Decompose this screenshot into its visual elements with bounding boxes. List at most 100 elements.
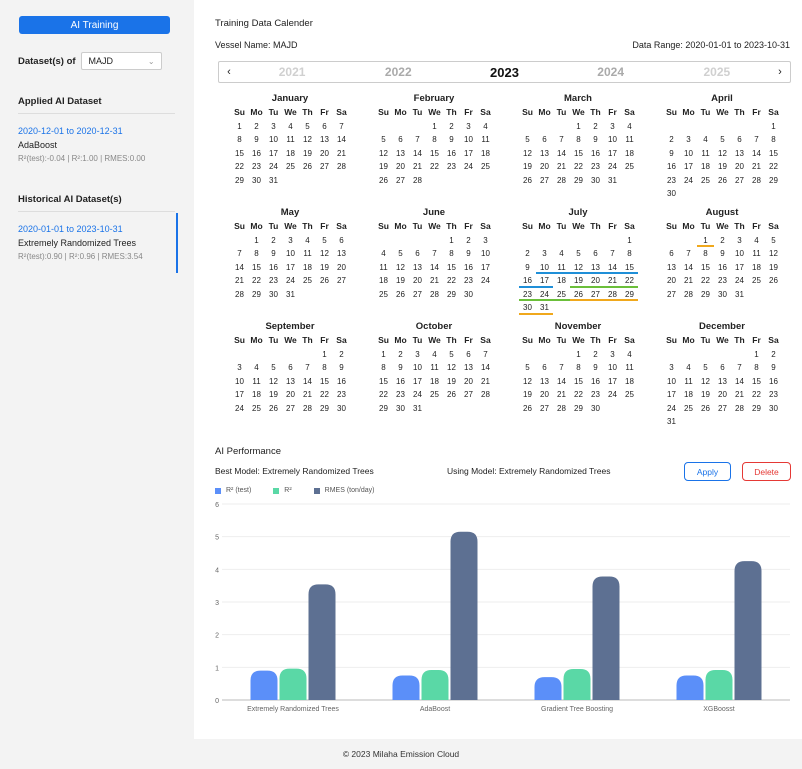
calendar-day[interactable]: 17 (680, 160, 697, 174)
applied-dataset-item[interactable]: 2020-12-01 to 2020-12-31 AdaBoost R²(tes… (18, 126, 178, 163)
year-2021[interactable]: 2021 (252, 65, 332, 79)
calendar-day[interactable]: 8 (443, 247, 460, 261)
calendar-day[interactable]: 8 (765, 133, 782, 147)
calendar-day[interactable]: 17 (731, 261, 748, 275)
calendar-day[interactable]: 30 (765, 402, 782, 416)
calendar-day[interactable]: 22 (248, 274, 265, 288)
calendar-day[interactable]: 2 (714, 234, 731, 248)
calendar-day[interactable]: 2 (443, 120, 460, 134)
calendar-day[interactable]: 22 (570, 388, 587, 402)
calendar-day[interactable]: 12 (299, 133, 316, 147)
calendar-day[interactable]: 4 (282, 120, 299, 134)
calendar-day[interactable]: 7 (333, 120, 350, 134)
calendar-day[interactable]: 24 (604, 388, 621, 402)
calendar-day[interactable]: 6 (714, 361, 731, 375)
calendar-day[interactable]: 17 (604, 375, 621, 389)
calendar-day[interactable]: 11 (375, 261, 392, 275)
calendar-day[interactable]: 15 (426, 147, 443, 161)
calendar-day[interactable]: 14 (477, 361, 494, 375)
calendar-day[interactable]: 18 (621, 147, 638, 161)
calendar-day[interactable]: 13 (714, 375, 731, 389)
calendar-day[interactable]: 25 (621, 388, 638, 402)
calendar-day[interactable]: 19 (299, 147, 316, 161)
calendar-day[interactable]: 24 (731, 274, 748, 288)
calendar-day[interactable]: 10 (409, 361, 426, 375)
calendar-day[interactable]: 7 (477, 348, 494, 362)
calendar-day[interactable]: 17 (282, 261, 299, 275)
calendar-day[interactable]: 20 (392, 160, 409, 174)
calendar-day[interactable]: 11 (621, 361, 638, 375)
calendar-day[interactable]: 8 (697, 247, 714, 261)
calendar-day[interactable]: 29 (570, 402, 587, 416)
calendar-day[interactable]: 26 (519, 402, 536, 416)
calendar-day[interactable]: 14 (553, 375, 570, 389)
calendar-day[interactable]: 24 (477, 274, 494, 288)
calendar-day[interactable]: 27 (663, 288, 680, 302)
calendar-day[interactable]: 22 (765, 160, 782, 174)
historical-dataset-item[interactable]: 2020-01-01 to 2023-10-31 Extremely Rando… (18, 213, 178, 273)
calendar-day[interactable]: 2 (587, 348, 604, 362)
calendar-day[interactable]: 13 (536, 147, 553, 161)
calendar-day[interactable]: 21 (333, 147, 350, 161)
calendar-day[interactable]: 9 (460, 247, 477, 261)
calendar-day[interactable]: 14 (333, 133, 350, 147)
calendar-day[interactable]: 21 (231, 274, 248, 288)
calendar-day[interactable]: 16 (392, 375, 409, 389)
calendar-day[interactable]: 17 (536, 274, 553, 288)
calendar-day[interactable]: 15 (621, 261, 638, 275)
calendar-day[interactable]: 10 (604, 361, 621, 375)
calendar-day[interactable]: 9 (248, 133, 265, 147)
calendar-day[interactable]: 23 (460, 274, 477, 288)
calendar-day[interactable]: 21 (553, 160, 570, 174)
calendar-day[interactable]: 29 (248, 288, 265, 302)
calendar-day[interactable]: 8 (426, 133, 443, 147)
calendar-day[interactable]: 11 (282, 133, 299, 147)
calendar-day[interactable]: 7 (731, 361, 748, 375)
calendar-day[interactable]: 20 (731, 160, 748, 174)
calendar-day[interactable]: 4 (680, 361, 697, 375)
calendar-day[interactable]: 16 (519, 274, 536, 288)
calendar-day[interactable]: 8 (748, 361, 765, 375)
calendar-day[interactable]: 29 (443, 288, 460, 302)
calendar-day[interactable]: 7 (680, 247, 697, 261)
calendar-day[interactable]: 1 (765, 120, 782, 134)
calendar-day[interactable]: 11 (299, 247, 316, 261)
calendar-day[interactable]: 31 (409, 402, 426, 416)
calendar-day[interactable]: 17 (231, 388, 248, 402)
calendar-day[interactable]: 23 (248, 160, 265, 174)
calendar-day[interactable]: 30 (519, 301, 536, 315)
calendar-day[interactable]: 5 (265, 361, 282, 375)
calendar-day[interactable]: 4 (426, 348, 443, 362)
calendar-day[interactable]: 10 (536, 261, 553, 275)
calendar-day[interactable]: 3 (604, 348, 621, 362)
calendar-day[interactable]: 24 (536, 288, 553, 302)
calendar-day[interactable]: 1 (248, 234, 265, 248)
calendar-day[interactable]: 4 (477, 120, 494, 134)
calendar-day[interactable]: 22 (697, 274, 714, 288)
calendar-day[interactable]: 10 (731, 247, 748, 261)
calendar-day[interactable]: 27 (316, 160, 333, 174)
calendar-day[interactable]: 14 (426, 261, 443, 275)
calendar-day[interactable]: 7 (231, 247, 248, 261)
calendar-day[interactable]: 10 (477, 247, 494, 261)
calendar-day[interactable]: 5 (316, 234, 333, 248)
calendar-day[interactable]: 26 (265, 402, 282, 416)
calendar-day[interactable]: 4 (299, 234, 316, 248)
calendar-day[interactable]: 3 (536, 247, 553, 261)
calendar-day[interactable]: 24 (265, 160, 282, 174)
calendar-day[interactable]: 1 (570, 120, 587, 134)
calendar-day[interactable]: 21 (680, 274, 697, 288)
legend-item[interactable]: RMES (ton/day) (313, 487, 374, 494)
calendar-day[interactable]: 26 (765, 274, 782, 288)
calendar-day[interactable]: 30 (392, 402, 409, 416)
calendar-day[interactable]: 4 (621, 348, 638, 362)
calendar-day[interactable]: 13 (536, 375, 553, 389)
calendar-day[interactable]: 26 (392, 288, 409, 302)
calendar-day[interactable]: 6 (663, 247, 680, 261)
calendar-day[interactable]: 23 (265, 274, 282, 288)
calendar-day[interactable]: 15 (443, 261, 460, 275)
calendar-day[interactable]: 26 (316, 274, 333, 288)
calendar-day[interactable]: 10 (265, 133, 282, 147)
calendar-day[interactable]: 15 (570, 375, 587, 389)
calendar-day[interactable]: 18 (426, 375, 443, 389)
